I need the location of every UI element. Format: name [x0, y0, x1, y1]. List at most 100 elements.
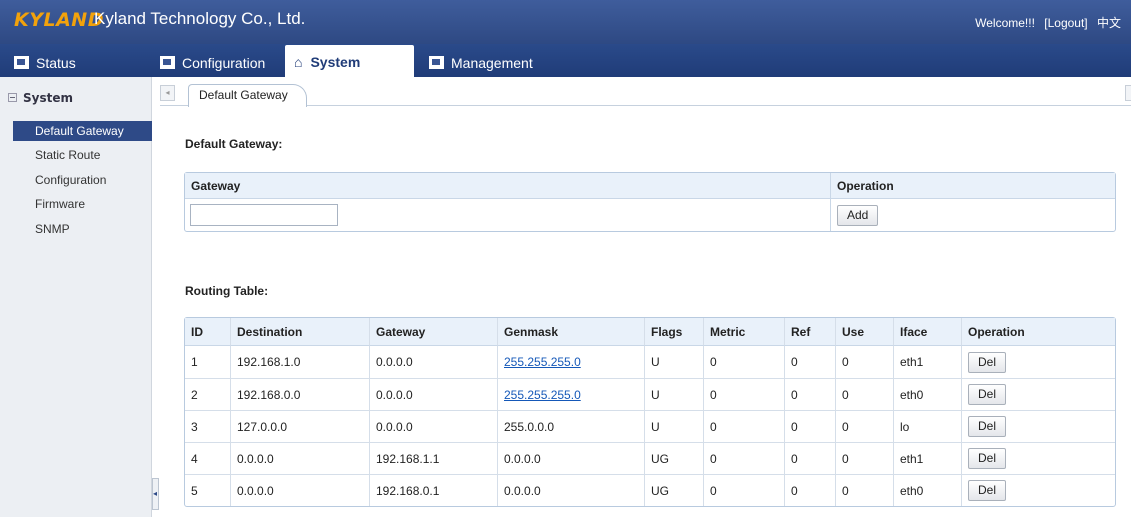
column-header: Genmask — [497, 318, 644, 346]
cell-destination: 127.0.0.0 — [230, 410, 369, 442]
cell-genmask: 0.0.0.0 — [497, 474, 644, 506]
tab-label: Management — [451, 55, 533, 71]
column-header: Gateway — [369, 318, 497, 346]
cell-flags: UG — [644, 442, 703, 474]
cell-flags: U — [644, 346, 703, 378]
cell-use: 0 — [835, 378, 893, 410]
cell-iface: lo — [893, 410, 961, 442]
sidebar-group-label: System — [23, 91, 73, 105]
cell-metric: 0 — [703, 442, 784, 474]
cell-id: 5 — [185, 474, 230, 506]
cell-metric: 0 — [703, 346, 784, 378]
column-header: Operation — [961, 318, 1115, 346]
cell-iface: eth0 — [893, 474, 961, 506]
cell-use: 0 — [835, 346, 893, 378]
app-header: KYLAND Kyland Technology Co., Ltd. Welco… — [0, 0, 1131, 44]
sidebar: System Default Gateway Static Route Conf… — [0, 77, 152, 517]
default-gateway-table: Gateway Operation Add — [184, 172, 1116, 232]
cell-ref: 0 — [784, 378, 835, 410]
cell-destination: 192.168.0.0 — [230, 378, 369, 410]
genmask-link[interactable]: 255.255.255.0 — [504, 355, 581, 369]
cell-flags: U — [644, 378, 703, 410]
cell-flags: UG — [644, 474, 703, 506]
tab-status[interactable]: Status — [14, 50, 76, 77]
sidebar-item-static-route[interactable]: Static Route — [13, 145, 152, 165]
cell-use: 0 — [835, 442, 893, 474]
column-header: Operation — [830, 173, 1115, 199]
routing-table: ID Destination Gateway Genmask Flags Met… — [184, 317, 1116, 507]
scroll-right-button[interactable] — [1125, 85, 1131, 101]
table-row: 5 0.0.0.0 192.168.0.1 0.0.0.0 UG 0 0 0 e… — [185, 474, 1115, 506]
cell-id: 2 — [185, 378, 230, 410]
sidebar-item-firmware[interactable]: Firmware — [13, 194, 152, 214]
page-tab-strip: ◂ Default Gateway — [160, 84, 1131, 107]
cell-ref: 0 — [784, 442, 835, 474]
tab-management[interactable]: Management — [429, 50, 533, 77]
tab-label: System — [310, 54, 361, 70]
cell-metric: 0 — [703, 474, 784, 506]
table-row: 2 192.168.0.0 0.0.0.0 255.255.255.0 U 0 … — [185, 378, 1115, 410]
cell-genmask: 255.0.0.0 — [497, 410, 644, 442]
tab-label: Status — [36, 55, 76, 71]
cell-genmask: 0.0.0.0 — [497, 442, 644, 474]
cell-flags: U — [644, 410, 703, 442]
company-name: Kyland Technology Co., Ltd. — [94, 9, 306, 28]
cell-gateway: 0.0.0.0 — [369, 346, 497, 378]
tab-system[interactable]: ⌂ System — [285, 45, 414, 77]
column-header: Use — [835, 318, 893, 346]
welcome-text: Welcome!!! — [975, 16, 1035, 30]
user-area: Welcome!!! [Logout] 中文 — [969, 14, 1121, 31]
sidebar-item-configuration[interactable]: Configuration — [13, 170, 152, 190]
cell-ref: 0 — [784, 346, 835, 378]
sidebar-item-snmp[interactable]: SNMP — [13, 219, 152, 239]
cell-id: 3 — [185, 410, 230, 442]
cell-use: 0 — [835, 410, 893, 442]
table-row: 3 127.0.0.0 0.0.0.0 255.0.0.0 U 0 0 0 lo… — [185, 410, 1115, 442]
cell-gateway: 0.0.0.0 — [369, 378, 497, 410]
logout-link[interactable]: [Logout] — [1044, 16, 1087, 30]
cell-gateway: 0.0.0.0 — [369, 410, 497, 442]
default-gateway-title: Default Gateway: — [185, 137, 283, 151]
add-button[interactable]: Add — [837, 204, 879, 226]
column-header: Iface — [893, 318, 961, 346]
cell-iface: eth1 — [893, 442, 961, 474]
management-icon — [429, 56, 444, 69]
genmask-link[interactable]: 255.255.255.0 — [504, 388, 581, 402]
table-row: 1 192.168.1.0 0.0.0.0 255.255.255.0 U 0 … — [185, 346, 1115, 378]
sidebar-item-default-gateway[interactable]: Default Gateway — [13, 121, 152, 141]
gateway-input[interactable] — [190, 204, 338, 226]
sidebar-toggle-handle[interactable]: ◂ — [152, 478, 159, 510]
home-icon: ⌂ — [294, 54, 303, 70]
cell-destination: 0.0.0.0 — [230, 474, 369, 506]
main-nav: Status Configuration ⌂ System Management — [0, 44, 1131, 77]
column-header: Gateway — [185, 173, 830, 199]
cell-id: 4 — [185, 442, 230, 474]
del-button[interactable]: Del — [968, 416, 1007, 437]
tab-configuration[interactable]: Configuration — [160, 50, 265, 77]
kyland-logo: KYLAND — [14, 9, 104, 31]
cell-destination: 0.0.0.0 — [230, 442, 369, 474]
del-button[interactable]: Del — [968, 351, 1007, 373]
del-button[interactable]: Del — [968, 384, 1007, 405]
cell-gateway: 192.168.0.1 — [369, 474, 497, 506]
column-header: Destination — [230, 318, 369, 346]
column-header: Ref — [784, 318, 835, 346]
cell-metric: 0 — [703, 378, 784, 410]
column-header: Flags — [644, 318, 703, 346]
del-button[interactable]: Del — [968, 448, 1007, 469]
cell-use: 0 — [835, 474, 893, 506]
sidebar-group-system[interactable]: System — [8, 91, 73, 105]
cell-ref: 0 — [784, 410, 835, 442]
language-switch[interactable]: 中文 — [1097, 16, 1121, 30]
scroll-left-button[interactable]: ◂ — [160, 85, 175, 101]
del-button[interactable]: Del — [968, 480, 1007, 501]
configuration-icon — [160, 56, 175, 69]
cell-destination: 192.168.1.0 — [230, 346, 369, 378]
page-tab-default-gateway[interactable]: Default Gateway — [188, 84, 307, 107]
collapse-icon — [8, 93, 17, 102]
column-header: Metric — [703, 318, 784, 346]
cell-id: 1 — [191, 355, 198, 369]
tab-label: Configuration — [182, 55, 266, 71]
cell-iface: eth0 — [893, 378, 961, 410]
cell-ref: 0 — [784, 474, 835, 506]
